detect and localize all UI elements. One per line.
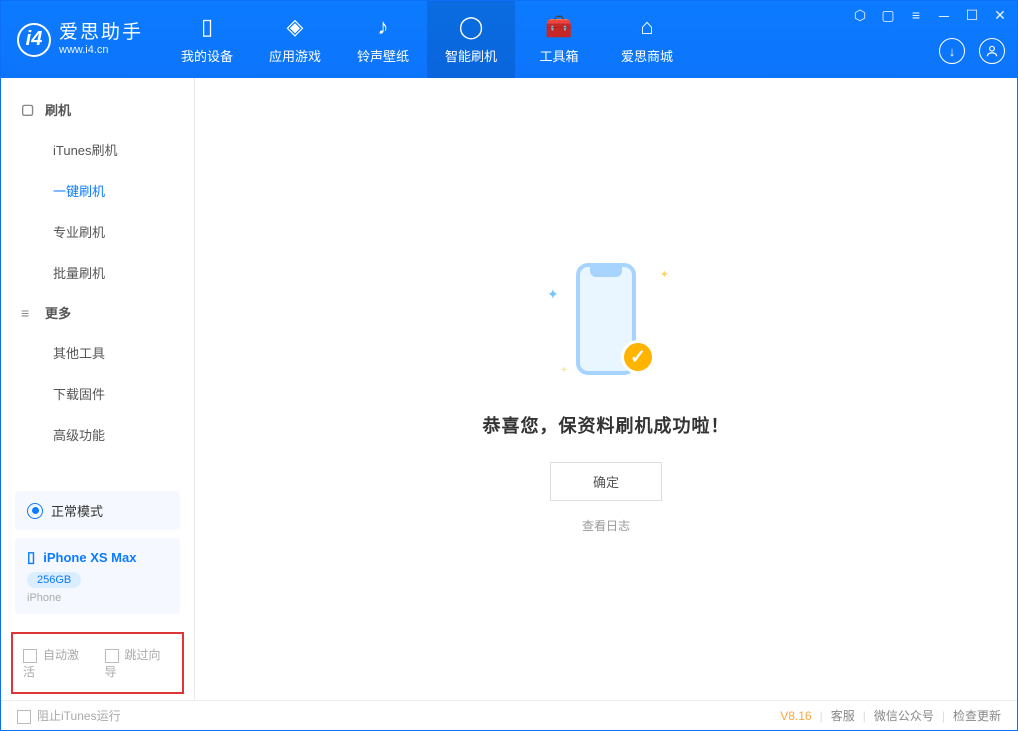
checkbox-icon [105,649,119,663]
list-icon: ≡ [21,305,35,321]
nav-ringtones[interactable]: ♪铃声壁纸 [339,1,427,78]
title-bar-buttons: ⬡ ▢ ≡ － ☐ ✕ [851,7,1009,27]
sidebar-item-batch-flash[interactable]: 批量刷机 [1,252,194,293]
footer-left: 阻止iTunes运行 [17,707,121,724]
footer: 阻止iTunes运行 V8.16 | 客服 | 微信公众号 | 检查更新 [1,700,1017,730]
checkbox-skip-guide[interactable]: 跳过向导 [105,646,173,680]
app-window: i4 爱思助手 www.i4.cn ▯我的设备 ◈应用游戏 ♪铃声壁纸 ◯智能刷… [0,0,1018,731]
music-icon: ♪ [378,14,389,40]
ok-button[interactable]: 确定 [550,462,662,501]
view-log-link[interactable]: 查看日志 [582,517,630,534]
sidebar-section-flash: ▢ 刷机 [1,90,194,129]
phone-outline-icon: ▢ [21,101,35,118]
device-type-label: iPhone [27,592,168,604]
body: ▢ 刷机 iTunes刷机 一键刷机 专业刷机 批量刷机 ≡ 更多 其他工具 下… [1,78,1017,700]
user-icon [985,44,999,58]
header-right-buttons: ↓ [939,38,1005,64]
checkbox-block-itunes[interactable]: 阻止iTunes运行 [17,707,121,724]
version-label: V8.16 [780,709,811,723]
device-icon: ▯ [201,14,213,40]
close-button[interactable]: ✕ [991,7,1009,27]
sidebar-devices: 正常模式 ▯ iPhone XS Max 256GB iPhone [1,483,194,624]
nav-store[interactable]: ⌂爱思商城 [603,1,691,78]
checkbox-icon [23,649,37,663]
app-name: 爱思助手 [59,23,143,44]
sidebar-section-more: ≡ 更多 [1,293,194,332]
sidebar: ▢ 刷机 iTunes刷机 一键刷机 专业刷机 批量刷机 ≡ 更多 其他工具 下… [1,78,195,700]
footer-link-support[interactable]: 客服 [831,707,855,724]
sidebar-item-download-firmware[interactable]: 下载固件 [1,373,194,414]
main-content: ✦ ✦ + ✓ 恭喜您，保资料刷机成功啦！ 确定 查看日志 [195,78,1017,700]
sparkle-icon: + [561,365,567,376]
device-storage-badge: 256GB [27,572,81,588]
header: i4 爱思助手 www.i4.cn ▯我的设备 ◈应用游戏 ♪铃声壁纸 ◯智能刷… [1,1,1017,78]
device-name-label: iPhone XS Max [43,550,136,565]
minimize-button[interactable]: － [935,7,953,27]
cube-icon: ◈ [287,14,304,40]
success-illustration: ✦ ✦ + ✓ [531,244,681,394]
nav-toolbox[interactable]: 🧰工具箱 [515,1,603,78]
footer-link-wechat[interactable]: 微信公众号 [874,707,934,724]
toolbox-icon: 🧰 [545,14,572,40]
logo-icon: i4 [17,23,51,57]
menu-icon[interactable]: ≡ [907,7,925,27]
checkbox-icon [17,710,31,724]
sidebar-item-advanced[interactable]: 高级功能 [1,414,194,455]
sparkle-icon: ✦ [660,268,669,281]
maximize-button[interactable]: ☐ [963,7,981,27]
sidebar-item-one-click-flash[interactable]: 一键刷机 [1,170,194,211]
sidebar-item-itunes-flash[interactable]: iTunes刷机 [1,129,194,170]
sidebar-content: ▢ 刷机 iTunes刷机 一键刷机 专业刷机 批量刷机 ≡ 更多 其他工具 下… [1,78,194,483]
tshirt-icon[interactable]: ⬡ [851,7,869,27]
check-badge-icon: ✓ [621,340,655,374]
device-mode-label: 正常模式 [51,501,103,520]
device-mode-card[interactable]: 正常模式 [15,491,180,530]
checkbox-auto-activate[interactable]: 自动激活 [23,646,91,680]
store-icon: ⌂ [640,14,653,40]
nav: ▯我的设备 ◈应用游戏 ♪铃声壁纸 ◯智能刷机 🧰工具箱 ⌂爱思商城 [163,1,691,78]
lock-icon[interactable]: ▢ [879,7,897,27]
sidebar-item-pro-flash[interactable]: 专业刷机 [1,211,194,252]
sidebar-item-other-tools[interactable]: 其他工具 [1,332,194,373]
app-domain: www.i4.cn [59,44,143,56]
nav-flash[interactable]: ◯智能刷机 [427,1,515,78]
device-card[interactable]: ▯ iPhone XS Max 256GB iPhone [15,538,180,614]
mode-active-icon [27,503,43,519]
phone-notch-icon [590,267,622,277]
refresh-icon: ◯ [459,14,484,40]
download-button[interactable]: ↓ [939,38,965,64]
logo: i4 爱思助手 www.i4.cn [17,23,143,57]
highlight-box: 自动激活 跳过向导 [11,632,184,694]
success-message: 恭喜您，保资料刷机成功啦！ [483,412,730,438]
footer-right: V8.16 | 客服 | 微信公众号 | 检查更新 [780,707,1001,724]
account-button[interactable] [979,38,1005,64]
sparkle-icon: ✦ [547,286,559,303]
footer-link-update[interactable]: 检查更新 [953,707,1001,724]
iphone-icon: ▯ [27,548,35,566]
nav-apps[interactable]: ◈应用游戏 [251,1,339,78]
nav-my-device[interactable]: ▯我的设备 [163,1,251,78]
